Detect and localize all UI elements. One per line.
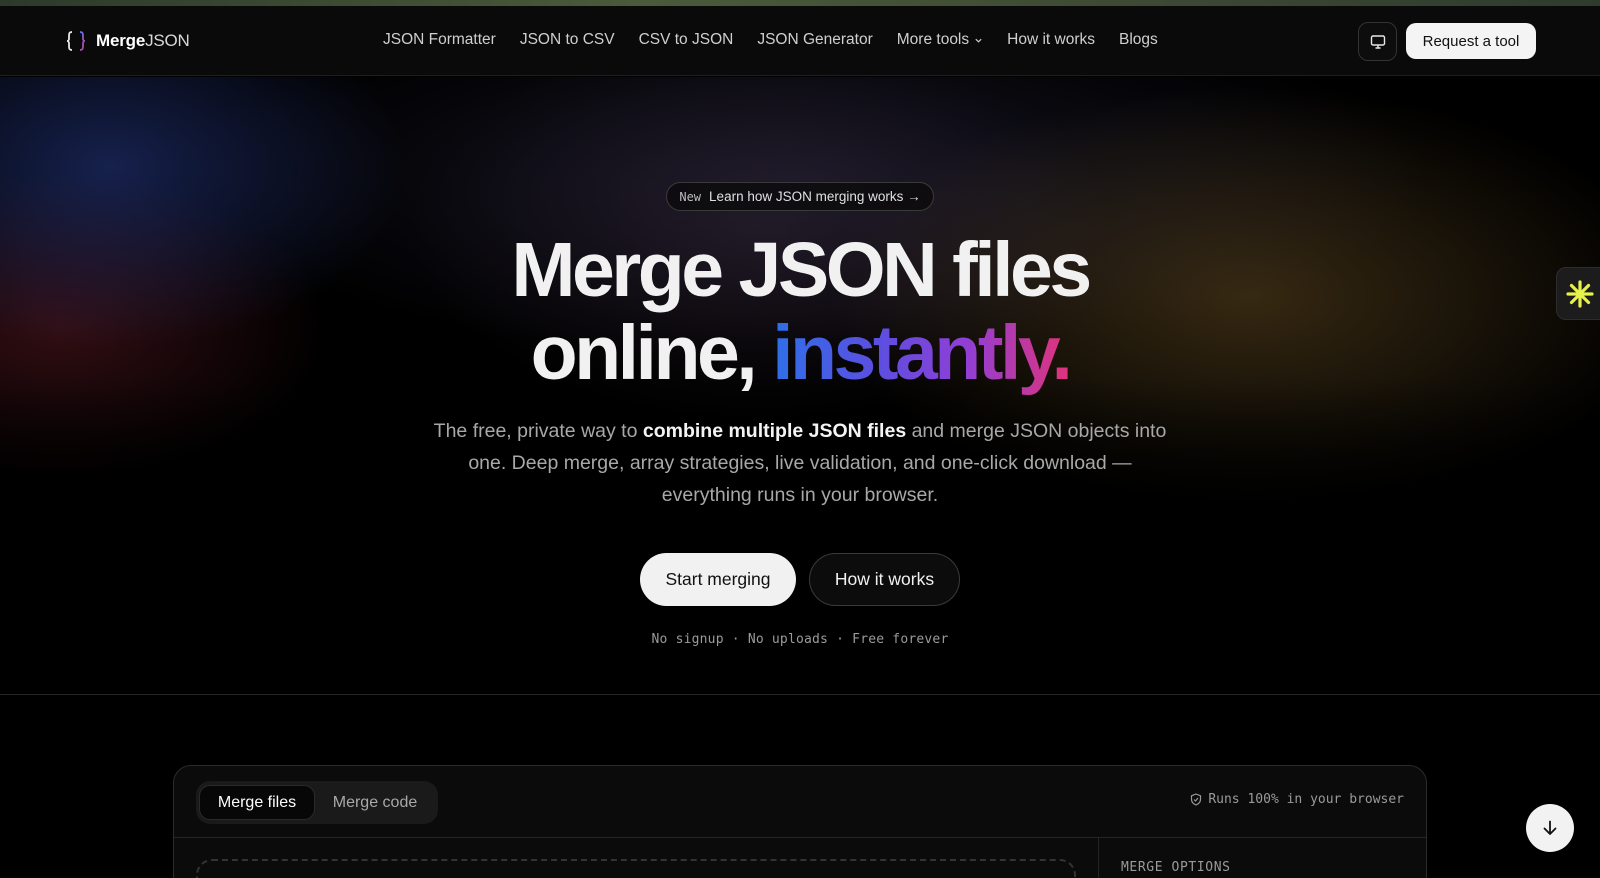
monitor-icon bbox=[1370, 34, 1385, 49]
merge-tool-panel: Merge files Merge code Runs 100% in your… bbox=[173, 765, 1427, 878]
panel-column-divider bbox=[1098, 837, 1099, 878]
sparkle-icon bbox=[1566, 279, 1594, 308]
announcement-pill[interactable]: New Learn how JSON merging works → bbox=[666, 182, 934, 211]
nav-more-tools-label: More tools bbox=[896, 31, 970, 48]
request-tool-button[interactable]: Request a tool bbox=[1406, 23, 1536, 59]
feedback-widget[interactable] bbox=[1556, 267, 1600, 320]
hero-section: New Learn how JSON merging works → Merge… bbox=[0, 77, 1600, 695]
panel-divider bbox=[174, 837, 1426, 838]
file-dropzone[interactable] bbox=[196, 859, 1076, 878]
merge-mode-tabs: Merge files Merge code bbox=[196, 781, 438, 824]
braces-logo-icon bbox=[66, 31, 86, 51]
hero-headline: Merge JSON files online, instantly. bbox=[0, 229, 1600, 395]
hero-subtitle: The free, private way to combine multipl… bbox=[433, 420, 1167, 506]
nav-more-tools[interactable]: More tools bbox=[897, 31, 983, 49]
shield-icon bbox=[1191, 793, 1202, 806]
merge-options-heading: MERGE OPTIONS bbox=[1121, 860, 1231, 875]
scroll-down-button[interactable] bbox=[1526, 804, 1574, 852]
headline-line-2-start: online, bbox=[530, 310, 773, 396]
tab-merge-files[interactable]: Merge files bbox=[199, 785, 315, 820]
theme-toggle-button[interactable] bbox=[1358, 22, 1397, 61]
announcement-text: Learn how JSON merging works → bbox=[709, 189, 921, 204]
perks-line: No signup · No uploads · Free forever bbox=[651, 632, 949, 647]
brand-name: MergeJSON bbox=[96, 31, 190, 50]
nav-blogs[interactable]: Blogs bbox=[1119, 31, 1158, 49]
new-badge: New bbox=[679, 189, 702, 204]
headline-line-1: Merge JSON files bbox=[511, 227, 1092, 313]
nav-how-it-works[interactable]: How it works bbox=[1007, 31, 1095, 49]
start-merging-button[interactable]: Start merging bbox=[640, 553, 796, 606]
nav-json-generator[interactable]: JSON Generator bbox=[757, 31, 872, 49]
subtitle-emphasis: combine multiple JSON files bbox=[642, 420, 907, 442]
privacy-note-text: Runs 100% in your browser bbox=[1208, 792, 1404, 807]
nav-links: JSON Formatter JSON to CSV CSV to JSON J… bbox=[383, 31, 1182, 49]
chevron-down-icon bbox=[975, 38, 982, 43]
nav-csv-to-json[interactable]: CSV to JSON bbox=[639, 31, 734, 49]
how-it-works-button[interactable]: How it works bbox=[809, 553, 960, 606]
privacy-note: Runs 100% in your browser bbox=[1190, 792, 1404, 807]
arrow-down-icon bbox=[1543, 820, 1557, 835]
top-navigation: MergeJSON JSON Formatter JSON to CSV CSV… bbox=[0, 6, 1600, 76]
brand-logo[interactable]: MergeJSON bbox=[66, 30, 190, 52]
nav-json-formatter[interactable]: JSON Formatter bbox=[383, 31, 496, 49]
headline-accent: instantly. bbox=[772, 310, 1073, 396]
nav-json-to-csv[interactable]: JSON to CSV bbox=[520, 31, 615, 49]
tab-merge-code[interactable]: Merge code bbox=[315, 785, 435, 820]
